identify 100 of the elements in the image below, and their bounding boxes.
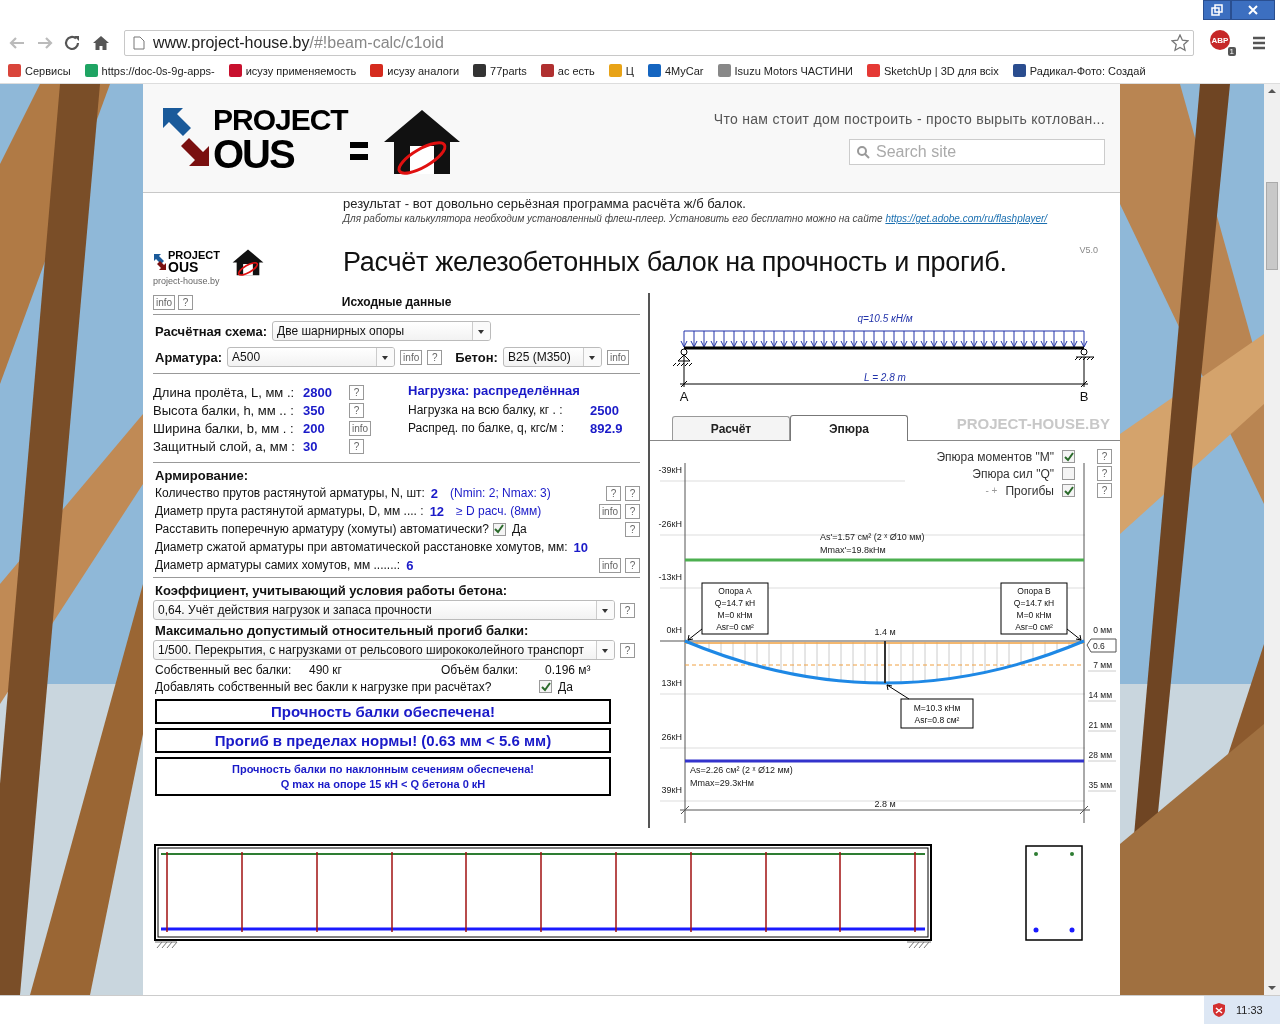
field-value[interactable]: 200: [303, 420, 345, 436]
arrows-icon: [153, 253, 167, 271]
coefficient-dropdown[interactable]: 0,64. Учёт действия нагрузок и запаса прочности: [153, 600, 615, 620]
help-button[interactable]: info: [400, 349, 423, 365]
axis-tick-label: 28 мм: [1088, 750, 1112, 760]
help-button[interactable]: ?: [620, 642, 635, 658]
field-label: Арматура:: [155, 349, 223, 365]
axis-tick-label: 7 мм: [1093, 660, 1112, 670]
bookmark[interactable]: Isuzu Motors ЧАСТИНИ: [717, 64, 853, 77]
scrollbar-thumb[interactable]: [1266, 182, 1278, 270]
help-button[interactable]: ?: [178, 294, 194, 310]
checkbox[interactable]: [1062, 450, 1075, 463]
flash-link[interactable]: https://get.adobe.com/ru/flashplayer/: [885, 213, 1048, 224]
intro-text: результат - вот довольно серьёзная программа расчёта ж/б балок.: [343, 196, 747, 211]
menu-icon[interactable]: [1252, 36, 1266, 50]
field-value[interactable]: 892.9: [590, 420, 632, 436]
site-logo[interactable]: PROJECT OUS: [161, 106, 464, 192]
support-callout: Опора B Q=14.7 кН M=0 кНм Asr=0 см²: [1000, 582, 1068, 635]
restore-icon: [1211, 4, 1223, 16]
field-label: Диаметр сжатой арматуры при автоматической расстановке хомутов, мм:: [155, 540, 568, 554]
help-button[interactable]: ?: [349, 438, 364, 454]
section-title: Исходные данные: [340, 295, 453, 309]
span-label: 2.8 м: [874, 799, 896, 809]
help-button[interactable]: info: [598, 503, 621, 519]
bookmark[interactable]: исузу применяемость: [228, 64, 357, 77]
tab[interactable]: Эпюра: [790, 415, 908, 441]
field-label: Защитный слой, a, мм :: [153, 438, 296, 454]
version-label: V5.0: [1079, 245, 1098, 255]
field-label: Нагрузка на всю балку, кг . :: [408, 403, 564, 417]
bookmark[interactable]: Ц: [608, 64, 634, 77]
home-icon[interactable]: [92, 35, 110, 51]
help-button[interactable]: ?: [606, 485, 621, 501]
axis-tick-label: -39кН: [658, 465, 682, 475]
checkbox[interactable]: [1062, 484, 1075, 497]
rebar-dropdown[interactable]: A500: [227, 347, 396, 367]
scrollbar[interactable]: [1264, 84, 1280, 995]
field-label: Количество прутов растянутой арматуры, N, шт:: [155, 486, 425, 500]
moment-callout: M=10.3 кНм Asr=0.8 см²: [900, 698, 974, 729]
field-value[interactable]: 2500: [590, 402, 632, 418]
adblock-button[interactable]: ABP: [1210, 30, 1230, 50]
help-button[interactable]: ?: [620, 602, 635, 618]
bookmark[interactable]: https://doc-0s-9g-apps-: [84, 64, 215, 77]
field-value[interactable]: 2: [430, 485, 439, 501]
bookmark[interactable]: Радикал-Фото: Создай: [1012, 64, 1146, 77]
restore-button[interactable]: [1203, 0, 1231, 20]
checkbox[interactable]: [539, 680, 552, 693]
bookmark[interactable]: Сервисы: [8, 64, 71, 77]
help-button[interactable]: ?: [1097, 449, 1112, 464]
axis-tick-label: 0 мм: [1093, 625, 1112, 635]
axis-tick-label: 21 мм: [1088, 720, 1112, 730]
field-value[interactable]: 10: [573, 539, 588, 555]
bookmark[interactable]: исузу аналоги: [370, 64, 460, 77]
help-button[interactable]: ?: [625, 503, 640, 519]
help-button[interactable]: ?: [349, 384, 364, 400]
help-button[interactable]: info: [598, 557, 621, 573]
concrete-dropdown[interactable]: B25 (M350): [502, 347, 602, 367]
field-value[interactable]: 350: [303, 402, 345, 418]
help-button[interactable]: info: [153, 294, 176, 310]
tab[interactable]: Расчёт: [672, 416, 790, 440]
field-value[interactable]: 2800: [303, 384, 345, 400]
close-button[interactable]: [1231, 0, 1275, 20]
bookmark[interactable]: ас есть: [540, 64, 595, 77]
axis-tick-label: 13кН: [661, 678, 682, 688]
search-field[interactable]: Search site: [849, 139, 1105, 165]
bookmark[interactable]: SketchUp | 3D для всіх: [867, 64, 999, 77]
axis-tick-label: 35 мм: [1088, 780, 1112, 790]
field-note: (Nmin: 2; Nmax: 3): [450, 486, 551, 500]
tagline: Что нам стоит дом построить - просто вырыть котлован...: [713, 111, 1105, 127]
rebar-label: Mmax'=19.8кНм: [820, 545, 886, 555]
deflection-value-tag: 0.6: [1086, 638, 1117, 653]
bookmark[interactable]: 4MyCar: [648, 64, 704, 77]
help-button[interactable]: ?: [625, 521, 640, 537]
scheme-dropdown[interactable]: Две шарнирных опоры: [272, 321, 492, 341]
address-bar[interactable]: www.project-house.by/#!beam-calc/c1oid: [124, 30, 1194, 56]
help-button[interactable]: ?: [625, 557, 640, 573]
help-button[interactable]: info: [349, 420, 372, 436]
help-button[interactable]: info: [606, 349, 630, 365]
shield-icon[interactable]: [1212, 1002, 1226, 1018]
load-label: q=10.5 кН/м: [857, 313, 913, 324]
help-button[interactable]: ?: [1097, 483, 1112, 498]
help-button[interactable]: ?: [625, 485, 640, 501]
midspan-label: 1.4 м: [874, 627, 896, 637]
field-note: ≥ D расч. (8мм): [456, 504, 542, 518]
help-button[interactable]: ?: [427, 349, 443, 365]
field-value: 0.196 м³: [545, 662, 591, 677]
checkbox[interactable]: [1062, 467, 1075, 480]
help-button[interactable]: ?: [1097, 466, 1112, 481]
star-icon[interactable]: [1171, 34, 1189, 52]
checkbox[interactable]: [492, 522, 506, 536]
section-title: Максимально допустимый относительный прогиб балки:: [155, 621, 530, 639]
field-label: Расчётная схема:: [155, 323, 268, 339]
field-value[interactable]: 6: [406, 557, 414, 573]
help-button[interactable]: ?: [349, 402, 364, 418]
legend-mark: - +: [985, 485, 998, 496]
field-value[interactable]: 12: [429, 503, 445, 519]
field-value[interactable]: 30: [303, 438, 345, 454]
url-path: /#!beam-calc/c1oid: [309, 34, 444, 52]
deflection-dropdown[interactable]: 1/500. Перекрытия, с нагрузками от рельсового ширококолейного транспорт: [153, 640, 615, 660]
bookmark[interactable]: 77parts: [473, 64, 527, 77]
reload-icon[interactable]: [64, 35, 82, 51]
